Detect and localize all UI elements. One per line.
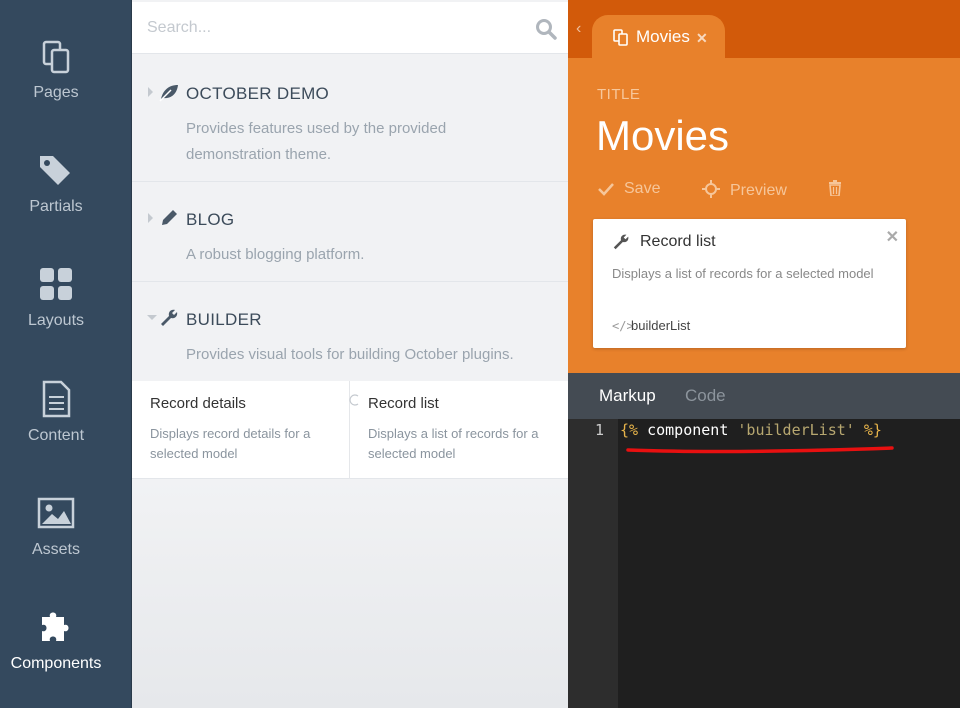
pencil-icon (162, 210, 177, 225)
code-editor[interactable]: 1 {% component 'builderList' %} (568, 419, 960, 708)
plugin-title: BLOG (186, 210, 235, 229)
tag-icon (40, 156, 70, 185)
caret-right-icon[interactable] (147, 87, 155, 97)
plugin-blog[interactable]: BLOG A robust blogging platform. (132, 182, 569, 282)
red-underline-annotation (626, 446, 894, 454)
sidebar-item-pages[interactable]: Pages (0, 36, 112, 136)
code-line[interactable]: {% component 'builderList' %} (620, 421, 882, 439)
close-icon[interactable]: ✕ (886, 227, 899, 247)
preview-button[interactable]: Preview (702, 180, 787, 200)
sidebar-item-label: Assets (31, 541, 80, 558)
sidebar-item-layouts[interactable]: Layouts (0, 264, 112, 364)
delete-button[interactable] (828, 180, 852, 198)
pages-icon (613, 29, 628, 46)
sidebar: Pages Partials Layouts Content Assets Co… (0, 0, 131, 708)
image-icon (37, 497, 75, 529)
card-alias: builderList (631, 318, 691, 333)
document-icon (42, 380, 71, 418)
field-label: TITLE (597, 86, 641, 103)
sidebar-item-label: Components (10, 655, 102, 672)
caret-right-icon[interactable] (147, 213, 155, 223)
check-icon (598, 183, 614, 196)
search-bar (132, 2, 569, 54)
sidebar-item-content[interactable]: Content (0, 379, 112, 479)
line-gutter: 1 (568, 419, 618, 708)
tab-movies[interactable]: Movies ✕ (592, 15, 725, 58)
sidebar-item-label: Pages (33, 84, 79, 101)
sidebar-item-label: Content (27, 427, 85, 444)
tab-strip: ‹ Movies ✕ (568, 0, 960, 58)
tab-markup[interactable]: Markup (599, 386, 656, 406)
plugin-description: Provides features used by the provided d… (186, 120, 447, 163)
editor: ‹ Movies ✕ TITLE Movies Save Preview Rec… (568, 0, 960, 708)
component-card[interactable]: Record list ✕ Displays a list of records… (593, 219, 906, 348)
editor-tabs: Markup Code (568, 373, 960, 419)
plugin-builder[interactable]: BUILDER Provides visual tools for buildi… (132, 282, 569, 381)
code-keyword: component (647, 421, 729, 439)
code-close-tag: %} (863, 421, 882, 439)
plugin-title: BUILDER (186, 310, 262, 329)
component-description: Displays a list of records for a selecte… (368, 426, 539, 461)
components-list: Record details Displays record details f… (132, 381, 569, 479)
component-title: Record list (368, 395, 439, 412)
preview-label: Preview (730, 182, 787, 199)
plugin-october-demo[interactable]: OCTOBER DEMO Provides features used by t… (132, 56, 569, 182)
caret-down-icon[interactable] (147, 314, 157, 322)
component-description: Displays record details for a selected m… (150, 426, 311, 461)
search-input[interactable] (147, 14, 517, 42)
component-record-details[interactable]: Record details Displays record details f… (132, 381, 350, 479)
plugin-title: OCTOBER DEMO (186, 84, 330, 103)
sidebar-item-assets[interactable]: Assets (0, 493, 112, 593)
line-number: 1 (594, 421, 604, 439)
code-open-tag: {% (620, 421, 639, 439)
wrench-icon (161, 309, 178, 326)
card-title: Record list (640, 233, 716, 250)
sidebar-item-partials[interactable]: Partials (0, 150, 112, 250)
sidebar-item-label: Partials (29, 198, 83, 215)
grid-icon (40, 268, 72, 300)
title-field[interactable]: Movies (596, 112, 729, 160)
plugin-description: A robust blogging platform. (186, 246, 365, 263)
plugin-description: Provides visual tools for building Octob… (186, 346, 514, 363)
save-label: Save (624, 180, 661, 197)
editor-header: ‹ Movies ✕ TITLE Movies Save Preview Rec… (568, 0, 960, 373)
close-icon[interactable]: ✕ (696, 30, 708, 47)
component-record-list[interactable]: Record list Displays a list of records f… (350, 381, 568, 479)
tab-code[interactable]: Code (685, 386, 726, 406)
card-description: Displays a list of records for a selecte… (612, 266, 874, 281)
sidebar-item-components[interactable]: Components (0, 607, 112, 707)
wrench-icon (613, 234, 629, 250)
components-panel: OCTOBER DEMO Provides features used by t… (131, 0, 569, 708)
puzzle-icon (42, 612, 69, 641)
component-title: Record details (150, 395, 246, 412)
crosshair-icon (702, 180, 720, 198)
tab-label: Movies (636, 27, 690, 46)
trash-icon (829, 180, 841, 197)
sidebar-item-label: Layouts (27, 312, 85, 329)
search-icon[interactable] (535, 18, 557, 40)
leaf-icon (159, 85, 178, 102)
save-button[interactable]: Save (598, 180, 660, 198)
pages-icon (42, 40, 70, 74)
code-string: 'builderList' (737, 421, 855, 439)
chevron-left-icon[interactable]: ‹ (576, 20, 581, 38)
